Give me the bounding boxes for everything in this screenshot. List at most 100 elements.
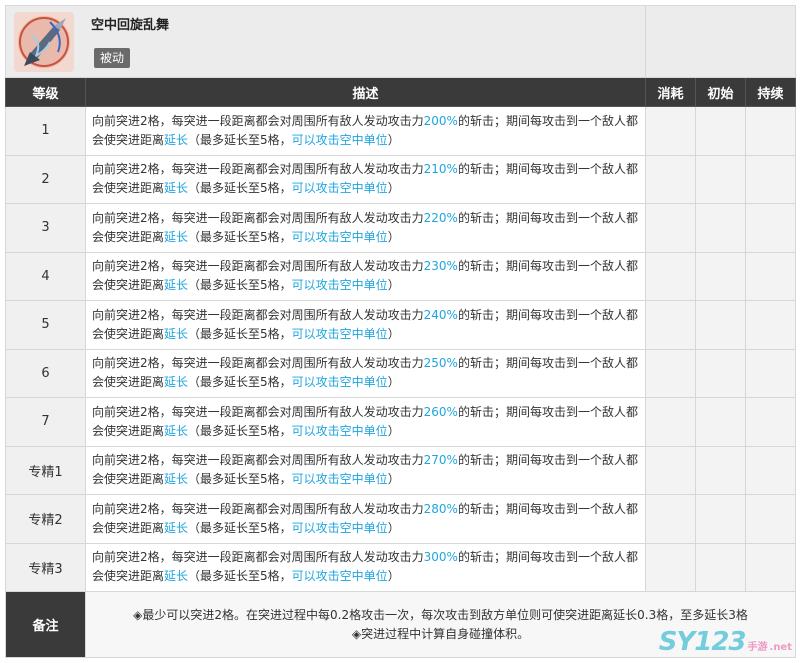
extend-keyword: 延长 xyxy=(164,472,189,487)
duration-cell xyxy=(744,348,797,398)
damage-percent: 210% xyxy=(423,162,458,177)
level-row: 专精2 向前突进2格，每突进一段距离都会对周围所有敌人发动攻击力280%的斩击；期… xyxy=(5,494,797,544)
initial-cell xyxy=(695,445,746,495)
air-target-keyword: 可以攻击空中单位 xyxy=(291,520,388,535)
level-cell: 专精2 xyxy=(5,494,86,544)
desc-text-c: （最多延长至5格， xyxy=(188,181,292,196)
cost-cell xyxy=(645,203,696,253)
extend-keyword: 延长 xyxy=(164,423,189,438)
air-target-keyword: 可以攻击空中单位 xyxy=(291,326,388,341)
cost-cell xyxy=(645,445,696,495)
duration-cell xyxy=(744,445,797,495)
cost-cell xyxy=(645,348,696,398)
duration-cell xyxy=(744,154,797,204)
air-target-keyword: 可以攻击空中单位 xyxy=(291,375,388,390)
desc-text-c: （最多延长至5格， xyxy=(188,375,292,390)
desc-text-d: ） xyxy=(387,472,400,487)
cost-cell xyxy=(645,397,696,447)
duration-cell xyxy=(744,494,797,544)
duration-cell xyxy=(744,300,797,350)
initial-cell xyxy=(695,106,746,156)
level-row: 2 向前突进2格，每突进一段距离都会对周围所有敌人发动攻击力210%的斩击；期间每… xyxy=(5,154,797,204)
level-row: 7 向前突进2格，每突进一段距离都会对周围所有敌人发动攻击力260%的斩击；期间每… xyxy=(5,397,797,447)
desc-text-d: ） xyxy=(387,229,400,244)
initial-cell xyxy=(695,397,746,447)
description-cell: 向前突进2格，每突进一段距离都会对周围所有敌人发动攻击力300%的斩击；期间每攻… xyxy=(85,542,646,592)
cost-cell xyxy=(645,494,696,544)
col-duration: 持续 xyxy=(744,77,797,107)
damage-percent: 280% xyxy=(423,501,458,516)
cost-cell xyxy=(645,542,696,592)
watermark-brand: SY123 xyxy=(658,627,747,657)
desc-text-d: ） xyxy=(387,278,400,293)
description-cell: 向前突进2格，每突进一段距离都会对周围所有敌人发动攻击力220%的斩击；期间每攻… xyxy=(85,203,646,253)
level-row: 3 向前突进2格，每突进一段距离都会对周围所有敌人发动攻击力220%的斩击；期间每… xyxy=(5,203,797,253)
level-cell: 1 xyxy=(5,106,86,156)
initial-cell xyxy=(695,494,746,544)
blade-whirl-skill-icon xyxy=(14,12,74,72)
cost-cell xyxy=(645,300,696,350)
initial-cell xyxy=(695,154,746,204)
skill-name: 空中回旋乱舞 xyxy=(91,18,170,33)
initial-cell xyxy=(695,348,746,398)
level-cell: 专精1 xyxy=(5,445,86,495)
desc-text-c: （最多延长至5格， xyxy=(188,132,292,147)
desc-text-c: （最多延长至5格， xyxy=(188,326,292,341)
description-cell: 向前突进2格，每突进一段距离都会对周围所有敌人发动攻击力240%的斩击；期间每攻… xyxy=(85,300,646,350)
level-cell: 4 xyxy=(5,251,86,301)
duration-cell xyxy=(744,203,797,253)
desc-text-d: ） xyxy=(387,423,400,438)
description-cell: 向前突进2格，每突进一段距离都会对周围所有敌人发动攻击力200%的斩击；期间每攻… xyxy=(85,106,646,156)
extend-keyword: 延长 xyxy=(164,278,189,293)
desc-text-c: （最多延长至5格， xyxy=(188,472,292,487)
desc-text-a: 向前突进2格，每突进一段距离都会对周围所有敌人发动攻击力 xyxy=(92,307,424,322)
desc-text-a: 向前突进2格，每突进一段距离都会对周围所有敌人发动攻击力 xyxy=(92,501,424,516)
description-cell: 向前突进2格，每突进一段距离都会对周围所有敌人发动攻击力260%的斩击；期间每攻… xyxy=(85,397,646,447)
level-cell: 3 xyxy=(5,203,86,253)
level-row: 1 向前突进2格，每突进一段距离都会对周围所有敌人发动攻击力200%的斩击；期间每… xyxy=(5,106,797,156)
extend-keyword: 延长 xyxy=(164,229,189,244)
skill-table: 空中回旋乱舞 被动 等级 描述 消耗 初始 持续 1 向前突进2格，每突进一段距离… xyxy=(5,5,797,658)
description-cell: 向前突进2格，每突进一段距离都会对周围所有敌人发动攻击力250%的斩击；期间每攻… xyxy=(85,348,646,398)
air-target-keyword: 可以攻击空中单位 xyxy=(291,423,388,438)
extend-keyword: 延长 xyxy=(164,181,189,196)
level-rows: 1 向前突进2格，每突进一段距离都会对周围所有敌人发动攻击力200%的斩击；期间每… xyxy=(5,106,797,592)
desc-text-d: ） xyxy=(387,181,400,196)
level-cell: 专精3 xyxy=(5,542,86,592)
duration-cell xyxy=(744,106,797,156)
desc-text-a: 向前突进2格，每突进一段距离都会对周围所有敌人发动攻击力 xyxy=(92,550,424,565)
extend-keyword: 延长 xyxy=(164,569,189,584)
damage-percent: 240% xyxy=(423,307,458,322)
level-row: 6 向前突进2格，每突进一段距离都会对周围所有敌人发动攻击力250%的斩击；期间每… xyxy=(5,348,797,398)
description-cell: 向前突进2格，每突进一段距离都会对周围所有敌人发动攻击力230%的斩击；期间每攻… xyxy=(85,251,646,301)
desc-text-a: 向前突进2格，每突进一段距离都会对周围所有敌人发动攻击力 xyxy=(92,404,424,419)
level-cell: 2 xyxy=(5,154,86,204)
level-cell: 5 xyxy=(5,300,86,350)
level-row: 5 向前突进2格，每突进一段距离都会对周围所有敌人发动攻击力240%的斩击；期间每… xyxy=(5,300,797,350)
desc-text-c: （最多延长至5格， xyxy=(188,520,292,535)
desc-text-c: （最多延长至5格， xyxy=(188,423,292,438)
damage-percent: 220% xyxy=(423,210,458,225)
cost-cell xyxy=(645,251,696,301)
initial-cell xyxy=(695,542,746,592)
desc-text-a: 向前突进2格，每突进一段距离都会对周围所有敌人发动攻击力 xyxy=(92,356,424,371)
desc-text-c: （最多延长至5格， xyxy=(188,569,292,584)
air-target-keyword: 可以攻击空中单位 xyxy=(291,229,388,244)
level-row: 4 向前突进2格，每突进一段距离都会对周围所有敌人发动攻击力230%的斩击；期间每… xyxy=(5,251,797,301)
note-line-1: ◈最少可以突进2格。在突进过程中每0.2格攻击一次，每次攻击到敌方单位则可使突进… xyxy=(133,607,748,622)
air-target-keyword: 可以攻击空中单位 xyxy=(291,472,388,487)
damage-percent: 260% xyxy=(423,404,458,419)
extend-keyword: 延长 xyxy=(164,520,189,535)
damage-percent: 230% xyxy=(423,259,458,274)
desc-text-d: ） xyxy=(387,569,400,584)
description-cell: 向前突进2格，每突进一段距离都会对周围所有敌人发动攻击力280%的斩击；期间每攻… xyxy=(85,494,646,544)
damage-percent: 200% xyxy=(423,113,458,128)
cost-cell xyxy=(645,106,696,156)
desc-text-a: 向前突进2格，每突进一段距离都会对周围所有敌人发动攻击力 xyxy=(92,210,424,225)
duration-cell xyxy=(744,251,797,301)
passive-tag: 被动 xyxy=(94,48,131,68)
desc-text-d: ） xyxy=(387,520,400,535)
damage-percent: 300% xyxy=(423,550,458,565)
desc-text-c: （最多延长至5格， xyxy=(188,229,292,244)
initial-cell xyxy=(695,300,746,350)
